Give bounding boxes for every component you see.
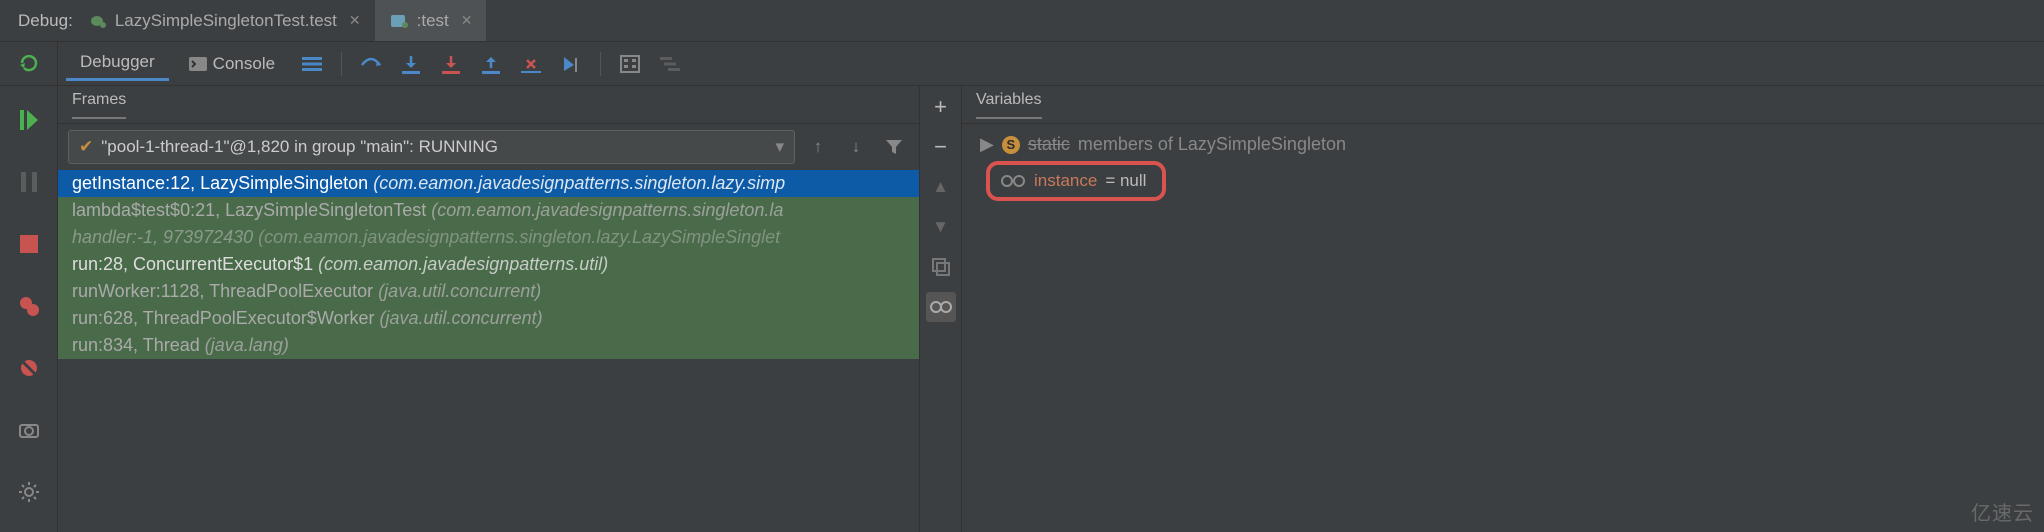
variables-header: Variables bbox=[962, 86, 2044, 124]
frame-method: getInstance:12, LazySimpleSingleton bbox=[72, 173, 368, 193]
left-icon-column bbox=[0, 86, 58, 532]
evaluate-button[interactable] bbox=[613, 47, 647, 81]
thread-dropdown[interactable]: ✔ "pool-1-thread-1"@1,820 in group "main… bbox=[68, 130, 795, 164]
next-frame-button[interactable]: ↓ bbox=[841, 132, 871, 162]
separator bbox=[341, 52, 342, 76]
debug-toolbar: Debugger Console bbox=[0, 42, 2044, 86]
frame-row[interactable]: handler:-1, 973972430 (com.eamon.javades… bbox=[58, 224, 919, 251]
variables-toolbar: + − ▲ ▼ bbox=[920, 86, 962, 532]
frame-method: run:834, Thread bbox=[72, 335, 200, 355]
static-members-row[interactable]: ▶ S static members of LazySimpleSingleto… bbox=[974, 130, 2032, 159]
gradle-icon bbox=[389, 13, 409, 29]
run-config-label: LazySimpleSingletonTest.test bbox=[115, 11, 337, 31]
frame-row[interactable]: run:834, Thread (java.lang) bbox=[58, 332, 919, 359]
variable-value: = null bbox=[1105, 171, 1146, 191]
frame-method: handler:-1, 973972430 bbox=[72, 227, 253, 247]
separator bbox=[600, 52, 601, 76]
move-down-button[interactable]: ▼ bbox=[926, 212, 956, 242]
close-icon[interactable]: ✕ bbox=[461, 12, 473, 29]
frame-row[interactable]: getInstance:12, LazySimpleSingleton (com… bbox=[58, 170, 919, 197]
static-label: static bbox=[1028, 134, 1070, 155]
frame-package: (java.util.concurrent) bbox=[380, 308, 543, 328]
left-gutter-top bbox=[0, 42, 58, 85]
static-badge-icon: S bbox=[1002, 136, 1020, 154]
expand-icon[interactable]: ▶ bbox=[980, 134, 994, 155]
frame-package: (com.eamon.javadesignpatterns.singleton.… bbox=[258, 227, 780, 247]
step-into-button[interactable] bbox=[394, 47, 428, 81]
run-config-label: :test bbox=[417, 11, 449, 31]
frame-package: (java.util.concurrent) bbox=[378, 281, 541, 301]
static-desc: members of LazySimpleSingleton bbox=[1078, 134, 1346, 155]
close-icon[interactable]: ✕ bbox=[349, 12, 361, 29]
chevron-down-icon: ▾ bbox=[775, 137, 784, 157]
console-icon bbox=[189, 57, 207, 71]
frame-package: (com.eamon.javadesignpatterns.util) bbox=[318, 254, 608, 274]
debug-label: Debug: bbox=[18, 11, 73, 31]
trace-button[interactable] bbox=[653, 47, 687, 81]
frame-method: run:28, ConcurrentExecutor$1 bbox=[72, 254, 313, 274]
frames-tab[interactable]: Frames bbox=[72, 91, 126, 119]
remove-watch-button[interactable]: − bbox=[926, 132, 956, 162]
frame-method: lambda$test$0:21, LazySimpleSingletonTes… bbox=[72, 200, 426, 220]
resume-button[interactable] bbox=[11, 102, 47, 138]
mute-breakpoints-button[interactable] bbox=[11, 350, 47, 386]
new-watch-button[interactable]: + bbox=[926, 92, 956, 122]
frames-header: Frames bbox=[58, 86, 919, 124]
step-out-button[interactable] bbox=[474, 47, 508, 81]
toolbar-content: Debugger Console bbox=[58, 42, 2044, 85]
debugger-tab[interactable]: Debugger bbox=[66, 46, 169, 81]
run-to-cursor-button[interactable] bbox=[554, 47, 588, 81]
show-watches-button[interactable] bbox=[926, 292, 956, 322]
rerun-button[interactable] bbox=[11, 48, 47, 77]
frame-row[interactable]: runWorker:1128, ThreadPoolExecutor (java… bbox=[58, 278, 919, 305]
frame-row[interactable]: run:628, ThreadPoolExecutor$Worker (java… bbox=[58, 305, 919, 332]
threads-icon[interactable] bbox=[295, 47, 329, 81]
stop-button[interactable] bbox=[11, 226, 47, 262]
variable-name[interactable]: instance bbox=[1034, 171, 1097, 191]
thread-label: "pool-1-thread-1"@1,820 in group "main":… bbox=[101, 137, 767, 157]
variables-panel: Variables ▶ S static members of LazySimp… bbox=[962, 86, 2044, 532]
frame-method: run:628, ThreadPoolExecutor$Worker bbox=[72, 308, 375, 328]
debug-top-bar: Debug: LazySimpleSingletonTest.test ✕ :t… bbox=[0, 0, 2044, 42]
prev-frame-button[interactable]: ↑ bbox=[803, 132, 833, 162]
main-area: Frames ✔ "pool-1-thread-1"@1,820 in grou… bbox=[0, 86, 2044, 532]
instance-variable-highlight: instance = null bbox=[986, 161, 1166, 201]
glasses-icon bbox=[1000, 174, 1026, 188]
force-step-into-button[interactable] bbox=[434, 47, 468, 81]
view-breakpoints-button[interactable] bbox=[11, 288, 47, 324]
pause-button[interactable] bbox=[11, 164, 47, 200]
frame-package: (java.lang) bbox=[205, 335, 289, 355]
frames-panel: Frames ✔ "pool-1-thread-1"@1,820 in grou… bbox=[58, 86, 920, 532]
move-up-button[interactable]: ▲ bbox=[926, 172, 956, 202]
bug-icon bbox=[87, 13, 107, 29]
watermark: 亿速云 bbox=[1971, 497, 2034, 526]
settings-button[interactable] bbox=[11, 474, 47, 510]
duplicate-watch-button[interactable] bbox=[926, 252, 956, 282]
filter-button[interactable] bbox=[879, 132, 909, 162]
console-tab-label: Console bbox=[213, 54, 275, 74]
frame-method: runWorker:1128, ThreadPoolExecutor bbox=[72, 281, 373, 301]
frame-row[interactable]: lambda$test$0:21, LazySimpleSingletonTes… bbox=[58, 197, 919, 224]
variables-content: ▶ S static members of LazySimpleSingleto… bbox=[962, 124, 2044, 207]
console-tab[interactable]: Console bbox=[175, 48, 289, 80]
thread-selector-row: ✔ "pool-1-thread-1"@1,820 in group "main… bbox=[58, 124, 919, 170]
run-config-tab-1[interactable]: LazySimpleSingletonTest.test ✕ bbox=[73, 0, 375, 41]
get-thread-dump-button[interactable] bbox=[11, 412, 47, 448]
frames-list: getInstance:12, LazySimpleSingleton (com… bbox=[58, 170, 919, 532]
variables-tab[interactable]: Variables bbox=[976, 91, 1042, 119]
check-icon: ✔ bbox=[79, 137, 93, 157]
frame-row[interactable]: run:28, ConcurrentExecutor$1 (com.eamon.… bbox=[58, 251, 919, 278]
drop-frame-button[interactable] bbox=[514, 47, 548, 81]
frame-package: (com.eamon.javadesignpatterns.singleton.… bbox=[373, 173, 785, 193]
frame-package: (com.eamon.javadesignpatterns.singleton.… bbox=[431, 200, 783, 220]
step-over-button[interactable] bbox=[354, 47, 388, 81]
run-config-tab-2[interactable]: :test ✕ bbox=[375, 0, 487, 41]
